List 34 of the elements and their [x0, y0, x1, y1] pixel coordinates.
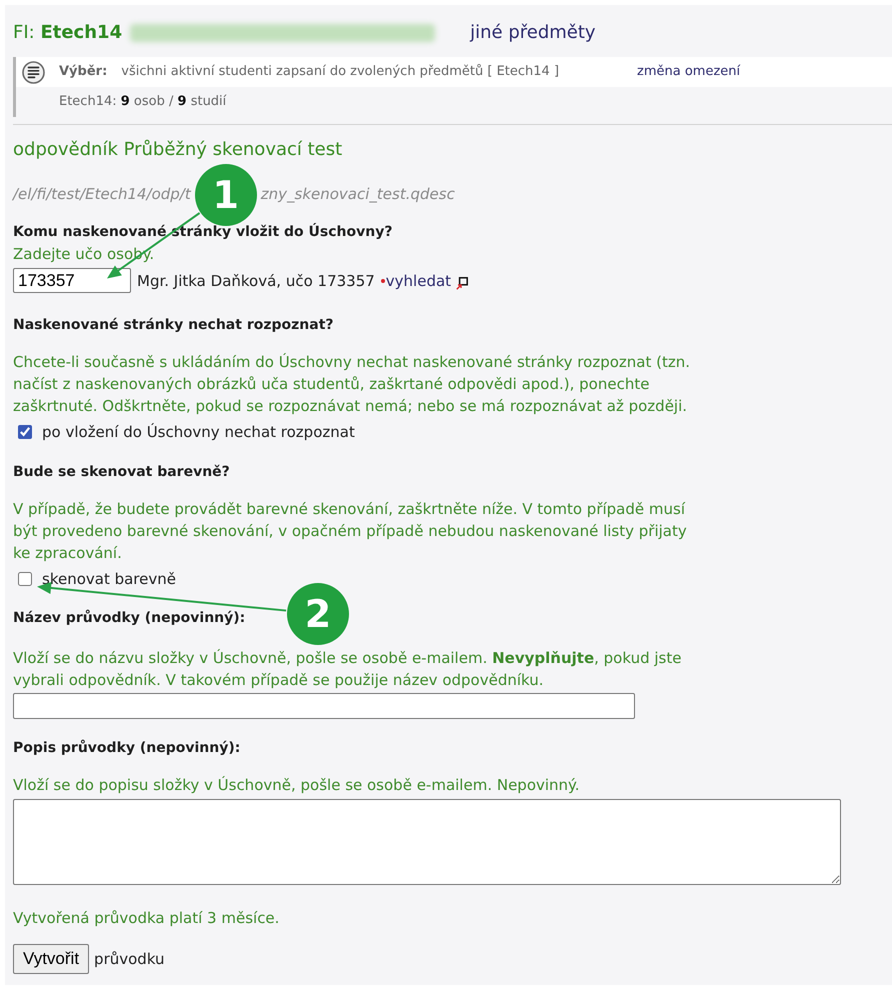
test-title: odpovědník Průběžný skenovací test: [13, 138, 342, 162]
selection-label: Výběr:: [59, 63, 108, 81]
popup-window-icon[interactable]: [456, 277, 468, 290]
create-button[interactable]: Vytvořit: [13, 944, 90, 974]
uco-input[interactable]: 173357: [13, 268, 131, 293]
callout-number: 2: [287, 583, 349, 645]
bullet-icon: [380, 278, 385, 282]
question-heading: Název průvodky (nepovinný):: [13, 608, 246, 628]
other-courses-link[interactable]: jiné předměty: [470, 20, 596, 46]
help-text: Chcete-li současně s ukládáním do Úschovny nechat naskenované stránky rozpoznat (tzn. načíst z naskenovaných obrázků uča studentů, zaškrtané odpovědi apod.), ponechte zaškrtnuté. Odškrtněte, pokud se rozpoznávat nemá; nebo se má rozpoznávat až později.: [13, 352, 691, 417]
course-title: FI: Etech14: [13, 21, 122, 45]
file-path: /el/fi/test/Etech14/odp/t: [13, 184, 191, 205]
validity-note: Vytvořená průvodka platí 3 měsíce.: [13, 908, 280, 929]
text-input[interactable]: [13, 693, 635, 719]
help-text: Vloží se do popisu složky v Úschovně, pošle se osobě e-mailem. Nepovinný.: [13, 775, 580, 796]
person-name: Mgr. Jitka Daňková, učo 173357: [137, 270, 375, 292]
file-path: zny_skenovaci_test.qdesc: [260, 184, 455, 205]
checkbox[interactable]: [18, 425, 32, 439]
selection-summary: Etech14: 9 osob / 9 studií: [59, 93, 226, 111]
question-heading: Popis průvodky (nepovinný):: [13, 738, 240, 758]
checkbox[interactable]: [18, 572, 32, 586]
checkbox-label: po vložení do Úschovny nechat rozpoznat: [42, 422, 355, 443]
text-area[interactable]: [13, 799, 841, 885]
button-suffix-text: průvodku: [94, 949, 165, 970]
callout-number: 1: [194, 164, 257, 226]
question-heading: Bude se skenovat barevně?: [13, 463, 230, 482]
search-link[interactable]: vyhledat: [386, 270, 452, 292]
help-text: Vloží se do názvu složky v Úschovně, pošle se osobě e-mailem. Nevyplňujte, pokud jste vybrali odpovědník. V takovém případě se použije název odpovědníku.: [13, 648, 682, 691]
list-icon: [22, 60, 45, 84]
help-text: V případě, že budete provádět barevné skenování, zaškrtněte níže. V tomto případě musí být provedeno barevné skenování, v opačném případě nebudou naskenované listy přijaty ke zpracování.: [13, 499, 688, 564]
checkbox-label: skenovat barevně: [42, 569, 176, 590]
selection-description: všichni aktivní studenti zapsaní do zvolených předmětů [ Etech14 ]: [121, 63, 560, 81]
question-heading: Naskenované stránky nechat rozpoznat?: [13, 316, 334, 335]
change-filter-link[interactable]: změna omezení: [637, 63, 740, 81]
